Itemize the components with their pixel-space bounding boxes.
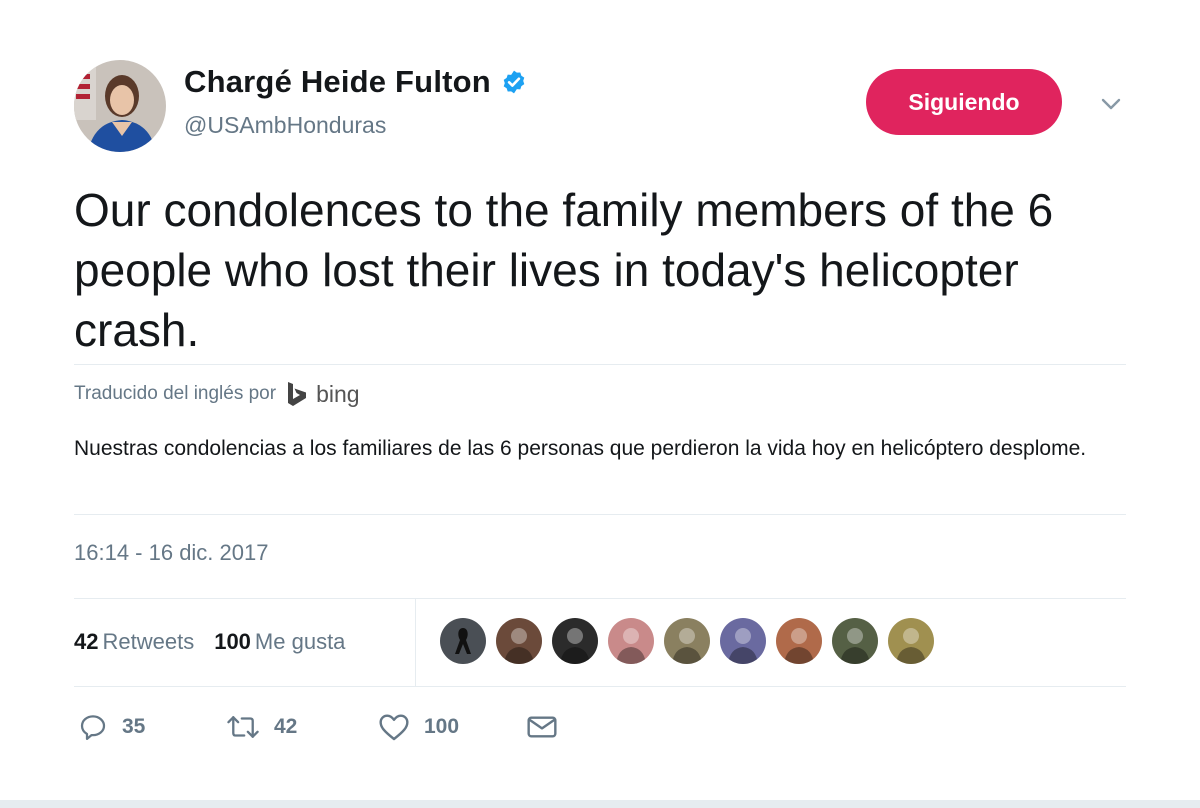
retweet-icon xyxy=(227,716,259,738)
tweet-timestamp[interactable]: 16:14 - 16 dic. 2017 xyxy=(74,540,268,566)
bing-icon xyxy=(288,382,307,406)
liker-avatar-6[interactable] xyxy=(720,618,766,664)
author-display-name[interactable]: Chargé Heide Fulton xyxy=(184,64,491,100)
direct-message-button[interactable] xyxy=(526,713,558,741)
stats-separator xyxy=(415,598,416,686)
translation-label: Traducido del inglés por xyxy=(74,383,277,404)
retweets-label: Retweets xyxy=(102,629,195,654)
liker-avatar-5[interactable] xyxy=(664,618,710,664)
like-button[interactable]: 100 xyxy=(378,712,526,742)
reply-icon xyxy=(80,715,106,740)
tweet-text: Our condolences to the family members of… xyxy=(74,184,1054,356)
envelope-icon xyxy=(527,716,557,738)
heart-icon xyxy=(379,714,409,741)
chevron-down-icon[interactable] xyxy=(1098,94,1124,114)
translation-text: Nuestras condolencias a los familiares d… xyxy=(74,437,1087,460)
bing-logo[interactable]: bing xyxy=(284,380,360,408)
tweet-card: Chargé Heide Fulton @USAmbHonduras Sigui… xyxy=(0,0,1200,808)
reply-count: 35 xyxy=(122,715,146,738)
like-count: 100 xyxy=(424,715,460,738)
tweet-actions: 35 42 100 xyxy=(78,712,558,742)
verified-badge-icon xyxy=(501,69,527,95)
author-handle[interactable]: @USAmbHonduras xyxy=(184,112,386,139)
retweets-count: 42 xyxy=(74,629,99,654)
bottom-strip xyxy=(0,800,1200,808)
likes-count: 100 xyxy=(214,629,251,654)
liker-avatar-9[interactable] xyxy=(888,618,934,664)
liker-avatar-7[interactable] xyxy=(776,618,822,664)
likes-stat[interactable]: 100 Me gusta xyxy=(214,629,345,655)
translation-attribution: Traducido del inglés por bing xyxy=(74,380,360,408)
divider xyxy=(74,364,1126,365)
reply-button[interactable]: 35 xyxy=(78,712,226,742)
retweets-stat[interactable]: 42 Retweets xyxy=(74,629,194,655)
retweet-button[interactable]: 42 xyxy=(226,712,378,742)
retweet-count: 42 xyxy=(274,715,298,738)
likes-label: Me gusta xyxy=(254,629,346,654)
liker-avatar-3[interactable] xyxy=(552,618,598,664)
liker-avatar-8[interactable] xyxy=(832,618,878,664)
liker-avatars xyxy=(440,618,934,664)
author-name-row: Chargé Heide Fulton xyxy=(184,64,527,100)
divider xyxy=(74,514,1126,515)
liker-avatar-2[interactable] xyxy=(496,618,542,664)
liker-avatar-4[interactable] xyxy=(608,618,654,664)
author-avatar[interactable] xyxy=(74,60,166,152)
divider xyxy=(74,686,1126,687)
following-button[interactable]: Siguiendo xyxy=(866,69,1062,135)
bing-label: bing xyxy=(316,380,360,407)
liker-avatar-1[interactable] xyxy=(440,618,486,664)
stats-row: 42 Retweets 100 Me gusta xyxy=(74,598,1126,686)
